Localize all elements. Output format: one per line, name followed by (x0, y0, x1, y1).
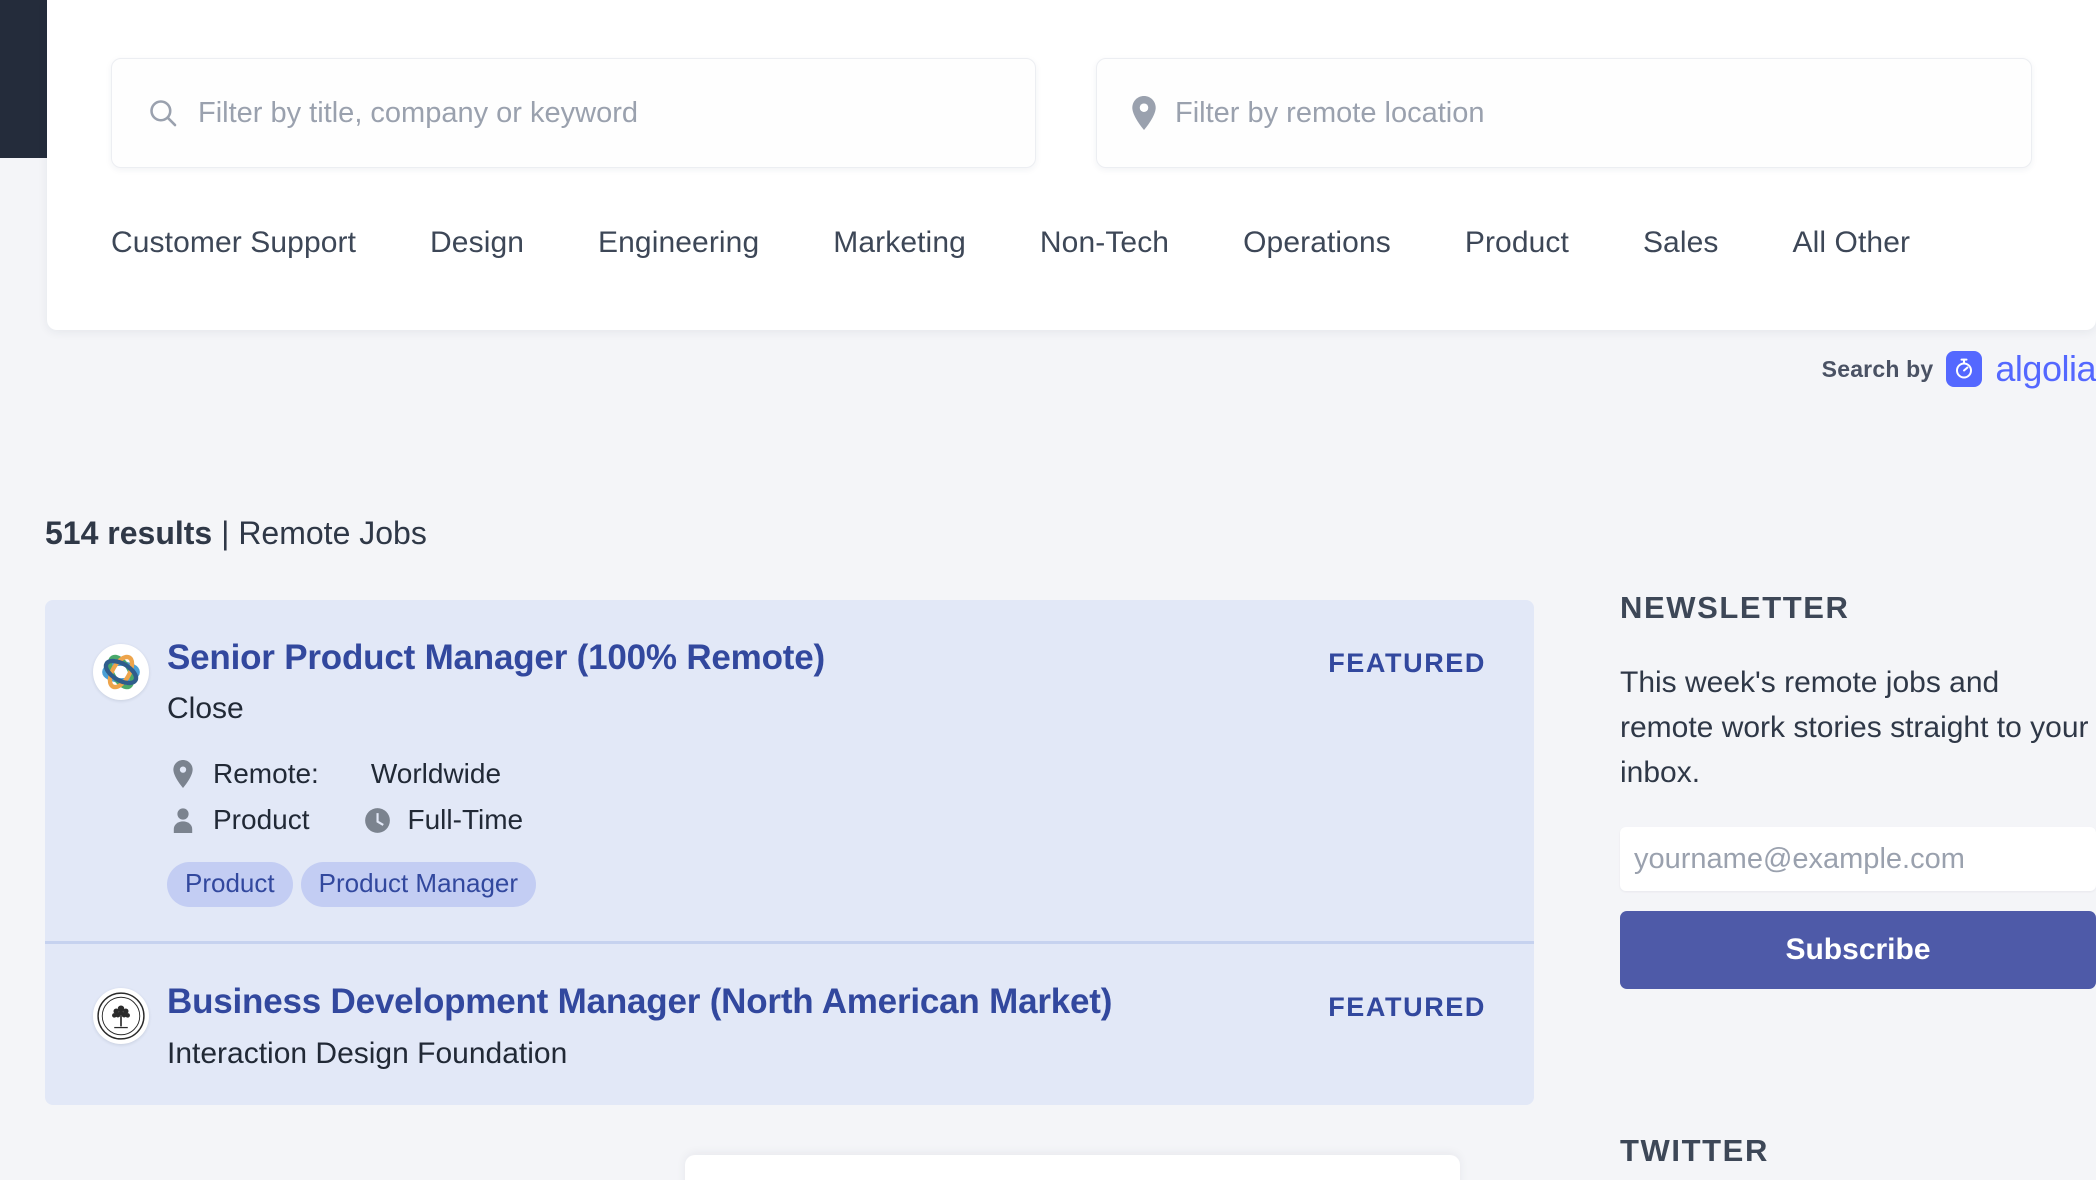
category-product[interactable]: Product (1465, 226, 1569, 260)
job-tags: Product Product Manager (167, 862, 1328, 908)
title-filter-field[interactable] (111, 58, 1036, 168)
job-details: Business Development Manager (North Amer… (167, 982, 1328, 1070)
job-meta: Remote: Worldwide Product Full-Time (167, 758, 1328, 836)
job-details: Senior Product Manager (100% Remote) Clo… (167, 638, 1328, 908)
twitter-heading: TWITTER (1620, 1133, 1769, 1168)
subscribe-button[interactable]: Subscribe (1620, 911, 2096, 989)
twitter-widget: TWITTER (1620, 1133, 1769, 1169)
job-location-label: Remote: (213, 758, 319, 790)
job-location-value: Worldwide (370, 758, 502, 790)
results-label: Remote Jobs (238, 515, 427, 551)
category-design[interactable]: Design (430, 226, 524, 260)
category-non-tech[interactable]: Non-Tech (1040, 226, 1169, 260)
job-list: Senior Product Manager (100% Remote) Clo… (45, 600, 1534, 1105)
newsletter-widget: NEWSLETTER This week's remote jobs and r… (1620, 590, 2096, 989)
table-row[interactable]: Senior Product Manager (100% Remote) Clo… (45, 600, 1534, 942)
results-separator: | (221, 515, 230, 551)
page-root: Customer Support Design Engineering Mark… (0, 0, 2096, 1180)
close-logo-icon (93, 644, 149, 700)
category-operations[interactable]: Operations (1243, 226, 1391, 260)
table-row[interactable]: Business Development Manager (North Amer… (45, 941, 1534, 1105)
job-location-line: Remote: Worldwide (167, 758, 1328, 790)
person-icon (167, 807, 199, 834)
bottom-popup-card (685, 1155, 1460, 1180)
job-category: Product (213, 804, 310, 836)
job-employment-type: Full-Time (407, 804, 524, 836)
job-company: Interaction Design Foundation (167, 1036, 568, 1070)
job-tag[interactable]: Product Manager (300, 862, 537, 908)
job-company: Close (167, 692, 244, 726)
category-marketing[interactable]: Marketing (833, 226, 966, 260)
newsletter-heading: NEWSLETTER (1620, 590, 1850, 625)
job-category-line: Product Full-Time (167, 804, 1328, 836)
job-tag[interactable]: Product (167, 862, 293, 908)
category-engineering[interactable]: Engineering (598, 226, 759, 260)
map-pin-icon (1131, 96, 1157, 130)
category-customer-support[interactable]: Customer Support (111, 226, 356, 260)
job-title-link[interactable]: Senior Product Manager (100% Remote) (167, 638, 1328, 678)
results-count: 514 results (45, 515, 213, 551)
idf-logo-icon (93, 988, 149, 1045)
results-summary: 514 results | Remote Jobs (45, 515, 427, 552)
search-input[interactable] (198, 96, 1001, 130)
navbar-stub (0, 0, 47, 158)
sidebar: NEWSLETTER This week's remote jobs and r… (1574, 0, 2096, 1180)
map-pin-icon (167, 760, 199, 789)
email-field[interactable] (1620, 827, 2096, 891)
status-badge: FEATURED (1328, 648, 1486, 678)
clock-icon (362, 807, 394, 834)
status-badge: FEATURED (1328, 992, 1486, 1023)
newsletter-copy: This week's remote jobs and remote work … (1620, 666, 2089, 789)
search-icon (146, 96, 180, 130)
job-title-link[interactable]: Business Development Manager (North Amer… (167, 982, 1328, 1022)
